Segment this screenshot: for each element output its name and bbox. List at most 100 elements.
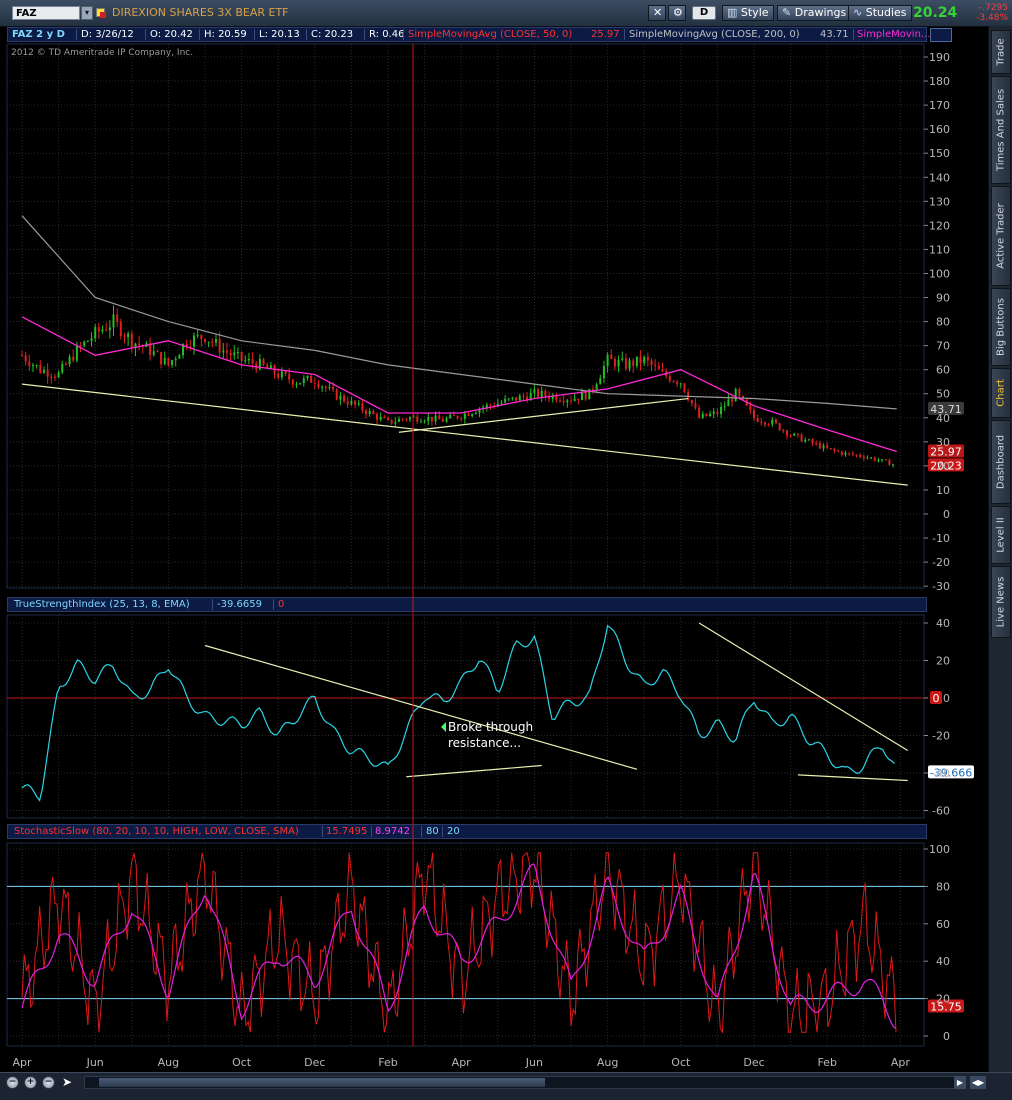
candle-body (463, 413, 466, 419)
candle-body (635, 356, 638, 366)
link-icon[interactable] (100, 12, 106, 18)
candle-body (507, 398, 510, 400)
x-tick-label: Aug (597, 1056, 618, 1069)
candle-body (460, 418, 463, 420)
sidebar-tab-dashboard[interactable]: Dashboard (991, 420, 1011, 504)
crosshair-icon[interactable]: ✕ (648, 5, 666, 21)
studies-button[interactable]: ∿ Studies (848, 5, 912, 21)
y-tick-label: 40 (936, 412, 950, 425)
candle-body (522, 395, 525, 397)
wrench-icon[interactable]: ⚙ (668, 5, 686, 21)
stoch-d-line (21, 863, 897, 1029)
candle-body (870, 457, 873, 459)
candle-body (357, 403, 360, 405)
candle-body (97, 327, 100, 332)
candle-body (621, 358, 624, 360)
annotation-text-line2: resistance... (448, 736, 521, 750)
sidebar-tab-trade[interactable]: Trade (991, 30, 1011, 74)
candle-body (317, 383, 320, 388)
candle-body (50, 376, 53, 378)
candle-body (233, 352, 236, 356)
candle-body (441, 419, 444, 422)
scroll-right-icon[interactable]: ▶ (954, 1076, 966, 1089)
y-tick-label: 50 (936, 388, 950, 401)
candle-body (749, 405, 752, 411)
drawings-icon: ✎ (782, 6, 795, 19)
y-tick-label: 160 (929, 123, 950, 136)
candle-body (599, 378, 602, 385)
symbol-input[interactable]: FAZ (12, 6, 80, 20)
candle-body (321, 386, 324, 388)
candle-body (302, 378, 305, 384)
candle-body (251, 358, 254, 364)
candle-body (789, 435, 792, 437)
y-tick-label: 60 (936, 918, 950, 931)
pane-frame (6, 43, 925, 589)
chart-area[interactable]: 43.7125.9720.23 0-39.666 15.75 -30-20-10… (0, 26, 988, 1072)
candle-body (606, 354, 609, 367)
sidebar-tab-label: Times And Sales (995, 88, 1007, 172)
period-button[interactable]: D (692, 6, 716, 20)
sidebar-tab-level-ii[interactable]: Level II (991, 506, 1011, 564)
y-tick-label: -30 (932, 580, 950, 593)
sidebar-tab-chart[interactable]: Chart (991, 368, 1011, 418)
candle-body (705, 413, 708, 416)
candle-body (277, 373, 280, 378)
candle-body (815, 443, 818, 445)
candle-body (716, 411, 719, 415)
x-tick-label: Apr (891, 1056, 911, 1069)
zoom-reset-icon[interactable]: − (42, 1076, 55, 1089)
candle-body (401, 418, 404, 420)
stoch-k-line (21, 851, 897, 1035)
style-button[interactable]: ▥ Style (722, 5, 774, 21)
candle-body (712, 411, 715, 414)
candle-body (171, 360, 174, 365)
y-tick-label: 0 (943, 692, 950, 705)
x-tick-label: Apr (452, 1056, 472, 1069)
candle-body (807, 439, 810, 441)
candle-body (489, 404, 492, 406)
pointer-icon[interactable]: ➤ (62, 1075, 72, 1089)
time-scrollbar[interactable] (84, 1076, 966, 1089)
style-label: Style (740, 6, 769, 19)
candle-body (573, 398, 576, 401)
drawings-button[interactable]: ✎ Drawings (777, 5, 852, 21)
candle-body (35, 364, 38, 366)
candle-body (639, 356, 642, 364)
candle-body (75, 345, 78, 361)
candle-body (365, 410, 368, 415)
candle-body (222, 350, 225, 353)
symbol-dropdown-icon[interactable]: ▾ (81, 6, 93, 20)
candle-body (456, 415, 459, 419)
y-tick-label: 30 (936, 436, 950, 449)
annotation-arrow-icon (441, 722, 446, 732)
candle-body (53, 376, 56, 378)
zoom-in-icon[interactable]: + (24, 1076, 37, 1089)
candle-body (881, 459, 884, 461)
candle-body (368, 411, 371, 415)
expand-icon[interactable]: ◀▶ (970, 1076, 986, 1089)
scrollbar-thumb[interactable] (99, 1078, 545, 1087)
candle-body (335, 389, 338, 400)
tsi-trendline (204, 644, 638, 770)
candle-body (163, 357, 166, 365)
candle-body (727, 399, 730, 407)
candle-body (720, 407, 723, 415)
sidebar-tab-big-buttons[interactable]: Big Buttons (991, 288, 1011, 366)
candle-body (156, 351, 159, 353)
tsi-line (21, 624, 895, 802)
candle-body (570, 400, 572, 402)
y-tick-label: -10 (932, 532, 950, 545)
candle-body (21, 355, 23, 357)
zoom-out-icon[interactable]: − (6, 1076, 19, 1089)
candle-body (383, 416, 386, 418)
candle-body (793, 433, 796, 436)
sidebar-tab-times-and-sales[interactable]: Times And Sales (991, 76, 1011, 184)
candle-body (343, 395, 346, 402)
candle-body (350, 400, 353, 405)
sidebar-tab-active-trader[interactable]: Active Trader (991, 186, 1011, 286)
y-tick-label: -40 (932, 767, 950, 780)
candle-body (295, 384, 298, 386)
sidebar-tab-live-news[interactable]: Live News (991, 566, 1011, 638)
candle-body (361, 403, 364, 411)
